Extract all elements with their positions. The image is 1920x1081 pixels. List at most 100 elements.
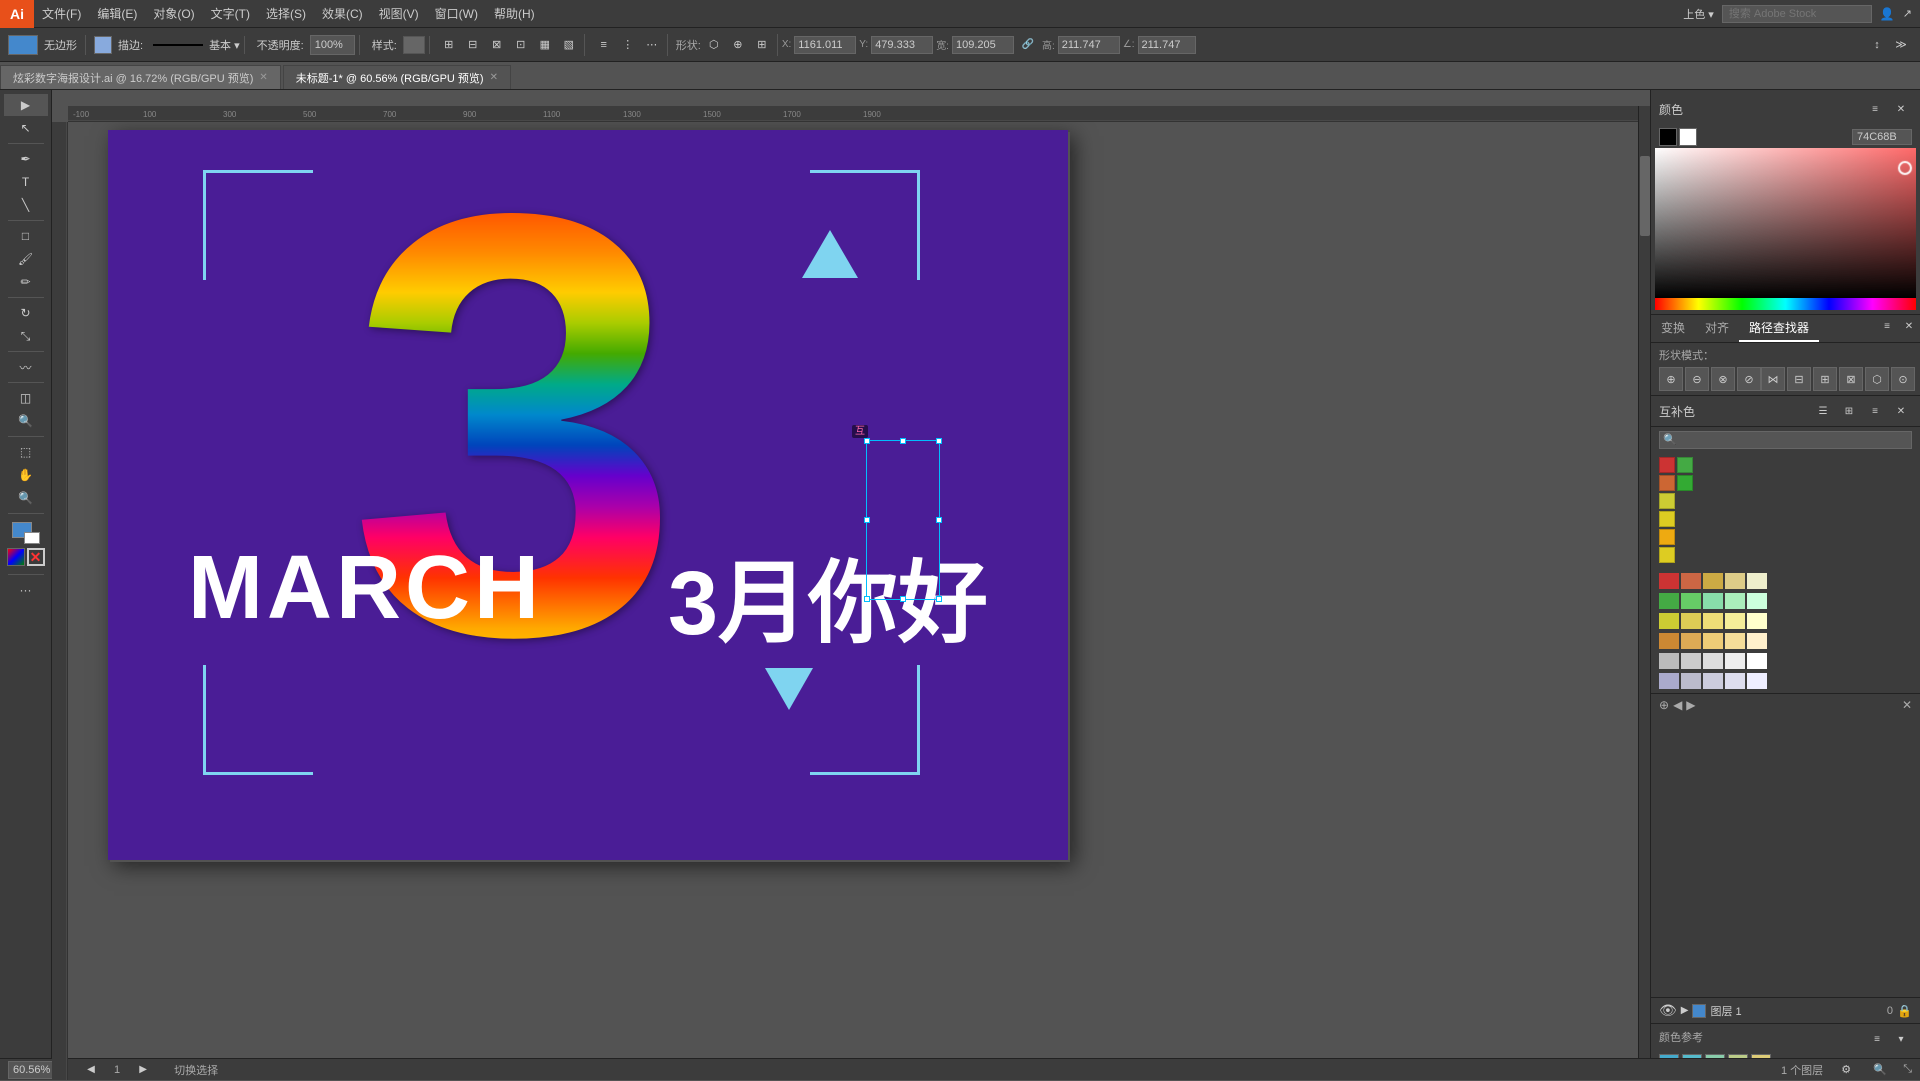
color-gradient-area[interactable]	[1655, 148, 1916, 298]
minus-front-btn[interactable]: ⊖	[1685, 367, 1709, 391]
dist-h-btn[interactable]: ≡	[593, 34, 615, 56]
p-swatch[interactable]	[1747, 673, 1767, 689]
type-tool[interactable]: T	[4, 171, 48, 193]
menu-object[interactable]: 对象(O)	[145, 0, 202, 27]
menu-help[interactable]: 帮助(H)	[486, 0, 543, 27]
gradient-tool[interactable]: ◫	[4, 387, 48, 409]
color-mode-btn[interactable]	[7, 548, 25, 566]
zoom-tool[interactable]: 🔍	[4, 487, 48, 509]
p-swatch[interactable]	[1725, 673, 1745, 689]
complement-grid-view[interactable]: ⊞	[1838, 400, 1860, 422]
swatch-green[interactable]	[1677, 457, 1693, 473]
shape-btn[interactable]: ⬡	[703, 34, 725, 56]
p-swatch[interactable]	[1725, 573, 1745, 589]
p-swatch[interactable]	[1725, 613, 1745, 629]
p-swatch[interactable]	[1725, 593, 1745, 609]
prev-page-btn[interactable]: ◀	[80, 1059, 102, 1081]
dist-v-btn[interactable]: ⋮	[617, 34, 639, 56]
menu-file[interactable]: 文件(F)	[34, 0, 89, 27]
nav-back-btn[interactable]: ⊕	[1659, 698, 1669, 712]
intersect-btn[interactable]: ⊗	[1711, 367, 1735, 391]
p-swatch[interactable]	[1659, 653, 1679, 669]
transform-btn[interactable]: ⊕	[727, 34, 749, 56]
swatch-orange[interactable]	[1659, 475, 1675, 491]
next-page-btn[interactable]: ▶	[132, 1059, 154, 1081]
pencil-tool[interactable]: ✏	[4, 271, 48, 293]
canvas-area[interactable]: -100 100 300 500 700 900 1100 1300 1500 …	[52, 90, 1650, 1080]
tab-transform[interactable]: 变换	[1651, 315, 1695, 342]
swatch-amber[interactable]	[1659, 529, 1675, 545]
complement-close[interactable]: ✕	[1890, 400, 1912, 422]
color-panel-close-btn[interactable]: ✕	[1890, 98, 1912, 120]
status-settings-btn[interactable]: ⚙	[1835, 1059, 1857, 1081]
user-icon[interactable]: 👤	[1880, 7, 1895, 21]
lock-ratio-btn[interactable]: 🔗	[1017, 34, 1039, 56]
panel-tabs-close[interactable]: ✕	[1898, 315, 1920, 337]
scale-tool[interactable]: ⤡	[4, 325, 48, 347]
p-swatch[interactable]	[1659, 593, 1679, 609]
arrange-btn[interactable]: ↕	[1866, 34, 1888, 56]
complement-list-view[interactable]: ☰	[1812, 400, 1834, 422]
more-tools-btn[interactable]: ···	[4, 579, 48, 601]
layer-visibility-icon[interactable]: 👁	[1659, 1002, 1677, 1019]
menu-select[interactable]: 选择(S)	[258, 0, 314, 27]
dist-more-btn[interactable]: ⋯	[641, 34, 663, 56]
tab2-close[interactable]: ✕	[490, 72, 498, 83]
divide-btn[interactable]: ⋈	[1761, 367, 1785, 391]
share-icon[interactable]: ↗	[1903, 7, 1912, 20]
minus-back-btn[interactable]: ⊙	[1891, 367, 1915, 391]
trim-btn[interactable]: ⊟	[1787, 367, 1811, 391]
menu-text[interactable]: 文字(T)	[203, 0, 258, 27]
p-swatch[interactable]	[1703, 673, 1723, 689]
merge-btn[interactable]: ⊞	[1813, 367, 1837, 391]
stroke-color[interactable]	[24, 532, 40, 544]
stroke-style-dropdown[interactable]: 基本 ▾	[209, 37, 240, 53]
p-swatch[interactable]	[1725, 633, 1745, 649]
nav-next-btn[interactable]: ▶	[1686, 698, 1695, 712]
grid-btn[interactable]: ⊞	[751, 34, 773, 56]
p-swatch[interactable]	[1703, 633, 1723, 649]
color-canvas[interactable]	[1655, 148, 1916, 298]
p-swatch[interactable]	[1681, 573, 1701, 589]
p-swatch[interactable]	[1681, 593, 1701, 609]
nav-prev-btn[interactable]: ◀	[1673, 698, 1682, 712]
menu-view[interactable]: 视图(V)	[371, 0, 427, 27]
selection-box[interactable]	[866, 440, 940, 600]
hue-bar[interactable]	[1655, 298, 1916, 310]
v-scrollbar[interactable]	[1638, 106, 1650, 1068]
color-ref-options[interactable]: ≡	[1866, 1028, 1888, 1050]
p-swatch[interactable]	[1747, 653, 1767, 669]
handle-ml[interactable]	[864, 517, 870, 523]
p-swatch[interactable]	[1681, 613, 1701, 629]
y-input[interactable]	[871, 36, 933, 54]
p-swatch[interactable]	[1747, 593, 1767, 609]
fill-swatch[interactable]	[8, 35, 38, 55]
p-swatch[interactable]	[1703, 653, 1723, 669]
outline-btn[interactable]: ⬡	[1865, 367, 1889, 391]
status-search-btn[interactable]: 🔍	[1869, 1059, 1891, 1081]
p-swatch[interactable]	[1747, 573, 1767, 589]
none-btn[interactable]: ✕	[27, 548, 45, 566]
p-swatch[interactable]	[1681, 673, 1701, 689]
align-bottom-btn[interactable]: ▧	[558, 34, 580, 56]
eyedropper-tool[interactable]: 🔍	[4, 410, 48, 432]
tab1-close[interactable]: ✕	[259, 72, 267, 83]
v-scroll-thumb[interactable]	[1640, 156, 1650, 236]
p-swatch[interactable]	[1703, 593, 1723, 609]
warp-tool[interactable]: 〰	[4, 356, 48, 378]
handle-tr[interactable]	[936, 438, 942, 444]
layer-expand-icon[interactable]: ▶	[1681, 1005, 1689, 1016]
select-tool[interactable]: ▶	[4, 94, 48, 116]
swatch-yellow[interactable]	[1659, 493, 1675, 509]
h-input[interactable]	[1058, 36, 1120, 54]
handle-bl[interactable]	[864, 596, 870, 602]
tab-pathfinder[interactable]: 路径查找器	[1739, 315, 1819, 342]
swatch-yellow3[interactable]	[1659, 547, 1675, 563]
swatch-red[interactable]	[1659, 457, 1675, 473]
hex-input[interactable]	[1852, 129, 1912, 145]
fill-stroke-swatch[interactable]	[12, 522, 40, 544]
rect-tool[interactable]: □	[4, 225, 48, 247]
menu-window[interactable]: 窗口(W)	[427, 0, 486, 27]
p-swatch[interactable]	[1725, 653, 1745, 669]
align-mid-btn[interactable]: ▦	[534, 34, 556, 56]
